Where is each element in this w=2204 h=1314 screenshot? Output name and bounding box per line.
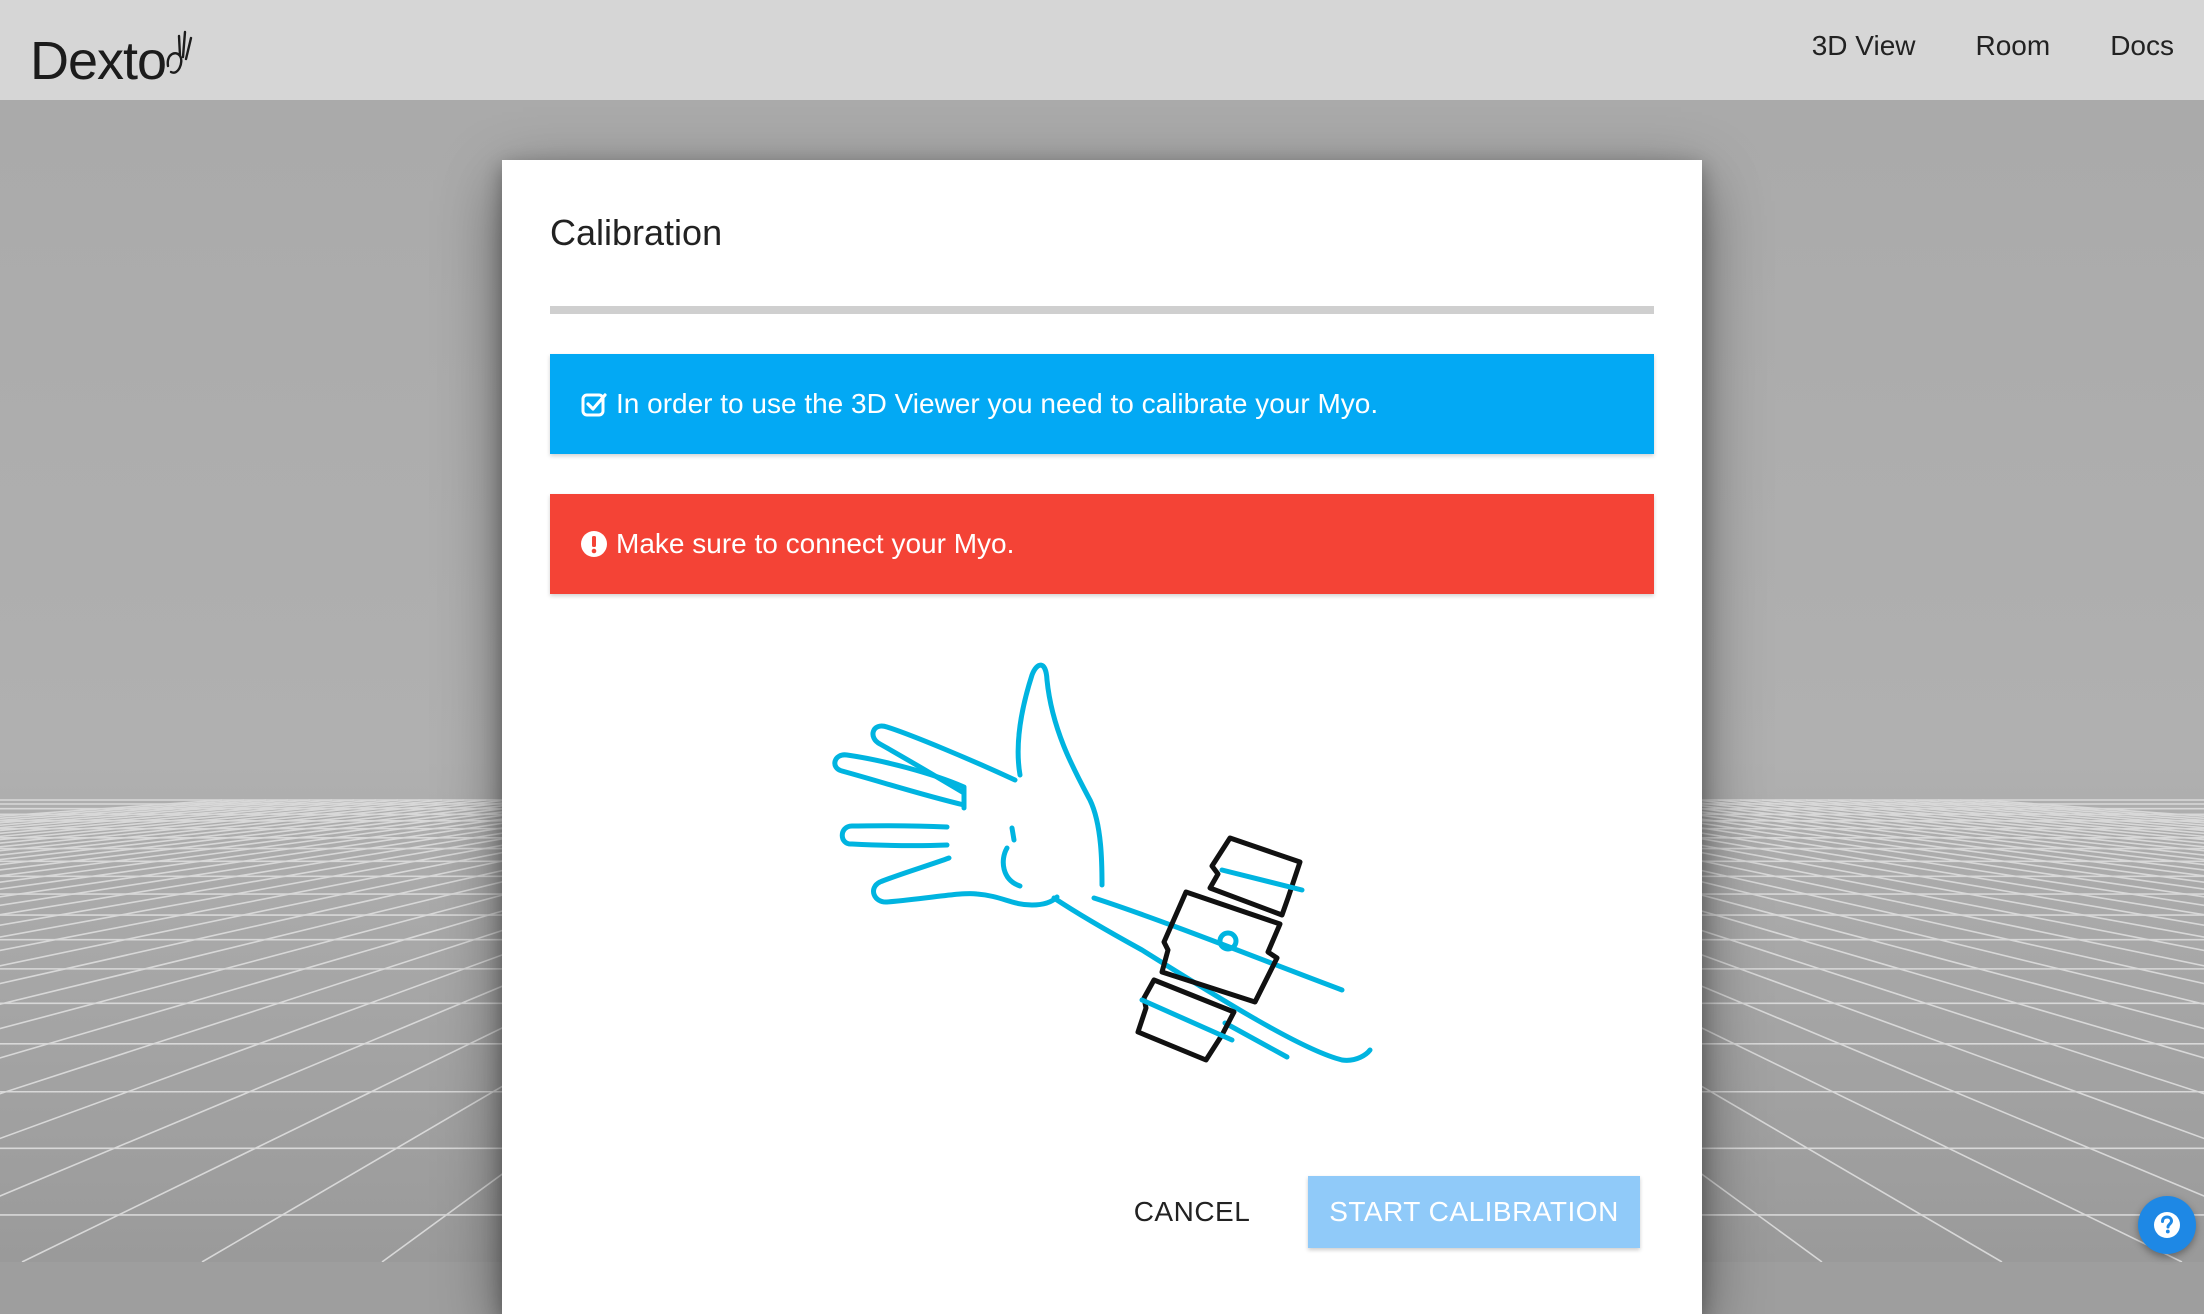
brand-logo[interactable]: Dexto (30, 18, 196, 88)
check-square-icon (581, 393, 607, 417)
nav-item-3d-view[interactable]: 3D View (1812, 30, 1916, 62)
nav-item-docs[interactable]: Docs (2110, 30, 2174, 62)
help-button[interactable] (2138, 1196, 2196, 1254)
error-alert-text: Make sure to connect your Myo. (616, 528, 1015, 559)
main-nav: 3D View Room Docs (1812, 30, 2174, 62)
question-circle-icon (2154, 1212, 2180, 1238)
brand-name: Dexto (30, 31, 167, 91)
info-alert: In order to use the 3D Viewer you need t… (550, 354, 1654, 454)
exclamation-circle-icon (581, 531, 607, 557)
app-root: Dexto 3D View Room Docs Calibration In o… (0, 0, 2204, 1314)
dialog-title: Calibration (550, 212, 723, 253)
hand-gesture-icon (166, 30, 193, 74)
error-alert: Make sure to connect your Myo. (550, 494, 1654, 594)
calibration-progress-bar (550, 306, 1654, 314)
start-calibration-button[interactable]: START CALIBRATION (1308, 1176, 1640, 1248)
nav-item-room[interactable]: Room (1976, 30, 2051, 62)
modal-overlay: Calibration In order to use the 3D Viewe… (0, 100, 2204, 1314)
top-navbar: Dexto 3D View Room Docs (0, 0, 2204, 100)
cancel-button[interactable]: CANCEL (1102, 1176, 1282, 1248)
calibration-dialog: Calibration In order to use the 3D Viewe… (502, 160, 1702, 1314)
info-alert-text: In order to use the 3D Viewer you need t… (616, 388, 1379, 419)
myo-armband-illustration (832, 662, 1373, 1063)
